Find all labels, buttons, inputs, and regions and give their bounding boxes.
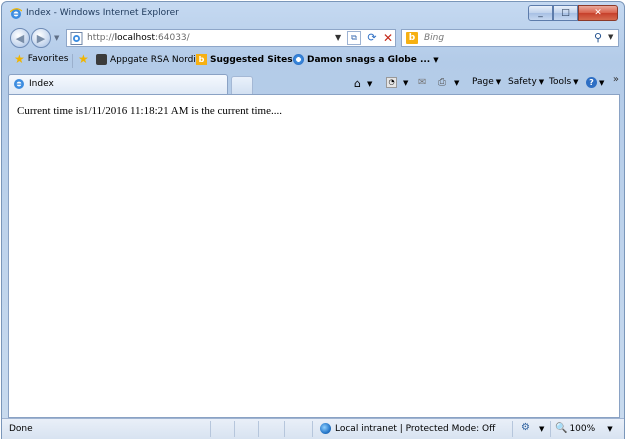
page-menu[interactable]: Page ▼ bbox=[472, 77, 501, 87]
new-tab-button[interactable] bbox=[231, 76, 253, 94]
toolbar-overflow-icon[interactable]: » bbox=[613, 74, 619, 85]
chevron-down-icon: ▼ bbox=[573, 78, 579, 86]
status-bar: Done Local intranet | Protected Mode: Of… bbox=[2, 418, 624, 439]
current-time-message: Current time is1/11/2016 11:18:21 AM is … bbox=[17, 105, 282, 117]
zoom-level: 100% bbox=[569, 423, 596, 434]
back-button[interactable]: ◀ bbox=[10, 28, 30, 48]
chevron-down-icon: ▼ bbox=[495, 78, 502, 86]
bing-logo-icon: b bbox=[406, 32, 418, 44]
forward-arrow-icon: ▶ bbox=[36, 31, 46, 45]
chevron-down-icon[interactable]: ▼ bbox=[367, 80, 372, 88]
add-to-favorites-bar-button[interactable]: ★ bbox=[78, 52, 92, 66]
status-text: Done bbox=[9, 424, 33, 434]
favorites-star-icon: ★ bbox=[14, 52, 25, 66]
chevron-down-icon[interactable]: ▼ bbox=[454, 79, 459, 87]
favorites-button[interactable]: ★ Favorites bbox=[14, 52, 69, 66]
status-divider bbox=[550, 421, 551, 437]
search-placeholder: Bing bbox=[424, 33, 445, 43]
zoom-control[interactable]: 🔍 100% ▼ bbox=[555, 423, 613, 434]
favorites-bar: ★ Favorites ★ Appgate RSA Nordic b Sugge… bbox=[2, 50, 624, 72]
tools-menu[interactable]: Tools ▼ bbox=[549, 77, 579, 87]
minimize-button[interactable]: _ bbox=[528, 5, 553, 21]
navigation-row: ◀ ▶ ▼ http://localhost:64033/ ▼ ⧉ ⟳ ✕ b … bbox=[2, 26, 624, 50]
close-icon: ✕ bbox=[594, 8, 602, 18]
globe-icon bbox=[320, 423, 331, 434]
ie-favicon-icon bbox=[293, 54, 304, 65]
close-button[interactable]: ✕ bbox=[578, 5, 618, 21]
home-icon: ⌂ bbox=[354, 77, 361, 90]
favorite-link-label: Appgate RSA Nordic bbox=[110, 54, 201, 65]
print-icon: ⎙ bbox=[438, 77, 446, 88]
feeds-button[interactable]: ◔ ▼ bbox=[386, 77, 408, 88]
rss-feed-icon: ◔ bbox=[386, 77, 397, 88]
chevron-down-icon[interactable]: ▼ bbox=[403, 79, 408, 87]
mail-icon: ✉ bbox=[418, 77, 427, 88]
maximize-icon: □ bbox=[561, 8, 570, 18]
recent-pages-dropdown[interactable]: ▼ bbox=[54, 34, 59, 42]
refresh-icon[interactable]: ⟳ bbox=[365, 31, 379, 45]
address-bar[interactable]: http://localhost:64033/ ▼ ⧉ ⟳ ✕ bbox=[66, 29, 396, 47]
help-menu[interactable]: ? ▼ bbox=[586, 77, 604, 88]
compatibility-view-button[interactable]: ⧉ bbox=[347, 31, 361, 45]
protected-mode-icon[interactable]: ⚙ bbox=[521, 422, 530, 433]
search-icon[interactable]: ⚲ bbox=[594, 31, 602, 44]
chevron-down-icon: ▼ bbox=[433, 55, 439, 64]
ie-logo-icon bbox=[10, 8, 22, 19]
chevron-down-icon[interactable]: ▼ bbox=[539, 425, 544, 433]
help-icon: ? bbox=[586, 77, 597, 88]
favorites-separator bbox=[72, 54, 73, 68]
address-dropdown-button[interactable]: ▼ bbox=[335, 33, 341, 42]
title-bar[interactable]: Index - Windows Internet Explorer _ □ ✕ bbox=[2, 2, 624, 26]
address-url[interactable]: http://localhost:64033/ bbox=[87, 33, 190, 43]
add-favorite-star-icon: ★ bbox=[78, 52, 89, 66]
tab-and-command-row: Index ⌂ ▼ ◔ ▼ ✉ ⎙ ▼ Page ▼ Safety ▼ Tool… bbox=[2, 72, 624, 94]
status-divider bbox=[284, 421, 285, 437]
minimize-icon: _ bbox=[538, 8, 543, 18]
favorite-link-damon[interactable]: Damon snags a Globe ... ▼ bbox=[293, 54, 439, 65]
chevron-down-icon: ▼ bbox=[607, 424, 613, 433]
print-button[interactable]: ⎙ ▼ bbox=[438, 77, 459, 88]
back-arrow-icon: ◀ bbox=[15, 31, 25, 45]
status-divider bbox=[512, 421, 513, 437]
favorite-link-suggested-sites[interactable]: b Suggested Sites ▼ bbox=[196, 54, 301, 65]
bing-favicon-icon: b bbox=[196, 54, 207, 65]
security-zone[interactable]: Local intranet | Protected Mode: Off bbox=[320, 423, 495, 434]
chevron-down-icon: ▼ bbox=[538, 78, 545, 86]
tools-menu-label: Tools bbox=[549, 77, 572, 87]
page-menu-label: Page bbox=[472, 77, 494, 87]
chevron-down-icon: ▼ bbox=[599, 78, 605, 87]
url-host: localhost bbox=[114, 33, 155, 43]
ie-page-icon bbox=[14, 79, 24, 89]
page-icon bbox=[70, 32, 83, 45]
status-divider bbox=[312, 421, 313, 437]
favorite-link-label: Suggested Sites bbox=[210, 54, 293, 65]
favorites-label: Favorites bbox=[27, 54, 69, 64]
url-prefix: http:// bbox=[87, 33, 115, 43]
page-content: Current time is1/11/2016 11:18:21 AM is … bbox=[8, 94, 620, 418]
safety-menu-label: Safety bbox=[508, 77, 537, 87]
status-divider bbox=[258, 421, 259, 437]
search-options-dropdown[interactable]: ▼ bbox=[608, 33, 613, 41]
status-divider bbox=[234, 421, 235, 437]
site-favicon-icon bbox=[96, 54, 107, 65]
tab-index[interactable]: Index bbox=[8, 74, 228, 94]
favorite-link-appgate[interactable]: Appgate RSA Nordic bbox=[96, 54, 201, 65]
zoom-icon: 🔍 bbox=[555, 423, 568, 434]
read-mail-button[interactable]: ✉ bbox=[418, 77, 426, 88]
safety-menu[interactable]: Safety ▼ bbox=[508, 77, 544, 87]
stop-icon[interactable]: ✕ bbox=[381, 30, 395, 45]
ie-window: Index - Windows Internet Explorer _ □ ✕ … bbox=[1, 1, 625, 439]
status-divider bbox=[210, 421, 211, 437]
forward-button[interactable]: ▶ bbox=[31, 28, 51, 48]
security-zone-text: Local intranet | Protected Mode: Off bbox=[335, 423, 496, 434]
window-title: Index - Windows Internet Explorer bbox=[26, 8, 179, 18]
tab-label: Index bbox=[29, 79, 54, 89]
caption-buttons: _ □ ✕ bbox=[528, 5, 618, 21]
url-rest: :64033/ bbox=[154, 33, 190, 43]
home-button[interactable]: ⌂ ▼ bbox=[354, 77, 372, 90]
search-box[interactable]: b Bing ⚲ ▼ bbox=[401, 29, 619, 47]
favorite-link-label: Damon snags a Globe ... bbox=[307, 54, 431, 65]
maximize-button[interactable]: □ bbox=[553, 5, 578, 21]
